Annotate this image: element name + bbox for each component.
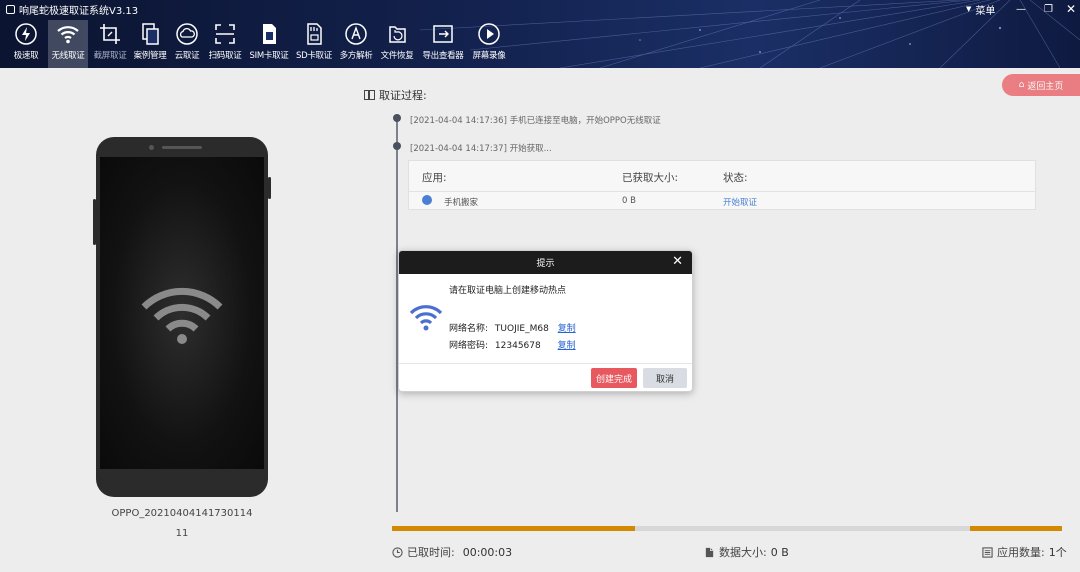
- home-icon: ⌂: [1018, 80, 1025, 90]
- tool-file-restore[interactable]: 文件恢复: [378, 20, 416, 68]
- tool-sd-extract[interactable]: SD卡取证: [294, 20, 334, 68]
- app-title-text: 响尾蛇极速取证系统V3.13: [19, 5, 139, 17]
- sd-card-icon: [307, 23, 322, 45]
- table-cell-status[interactable]: 开始取证: [723, 196, 757, 208]
- phone-side-button-right: [268, 177, 271, 199]
- tool-sim-extract[interactable]: SIM卡取证: [248, 20, 290, 68]
- confirm-button[interactable]: 创建完成: [591, 368, 637, 388]
- password-label: 网络密码:: [449, 341, 489, 351]
- phone-illustration: [93, 137, 271, 497]
- menu-button[interactable]: ▼ 菜单: [966, 1, 995, 17]
- document-copy-icon: [142, 23, 159, 45]
- copy-password-link[interactable]: 复制: [558, 341, 576, 351]
- app-logo-icon: [6, 4, 15, 14]
- device-sub-label: 11: [175, 528, 189, 539]
- phone-camera: [149, 145, 154, 150]
- password-row: 网络密码: 12345678 复制: [449, 338, 576, 351]
- dialog-header: 提示 ✕: [399, 251, 692, 274]
- progress-fill-left: [392, 526, 635, 531]
- device-name: OPPO_20210404141730114: [111, 508, 253, 519]
- table-cell-size: 0 B: [622, 196, 636, 206]
- close-icon[interactable]: ✕: [1066, 1, 1076, 17]
- elapsed-label: 已取时间:: [407, 546, 455, 559]
- wifi-icon: [57, 26, 79, 44]
- data-size-label: 数据大小:: [719, 546, 767, 559]
- file-icon: [705, 547, 714, 557]
- export-icon: [433, 25, 453, 43]
- sim-card-icon: [263, 24, 276, 44]
- timeline-dot: [393, 142, 401, 150]
- tool-wireless-extract[interactable]: 无线取证: [48, 20, 88, 68]
- network-name-row: 网络名称: TUOJIE_M68 复制: [449, 321, 576, 334]
- tool-multi-parse[interactable]: 多方解析: [338, 20, 374, 68]
- app-cloud-icon: [422, 195, 432, 205]
- menu-caret-icon: ▼: [966, 5, 972, 13]
- main-toolbar: 极速取 无线取证 截屏取证 案例管理 云取证 扫码取证 SIM卡取证 SD卡取证…: [8, 20, 512, 68]
- dialog-message: 请在取证电脑上创建移动热点: [449, 286, 567, 296]
- window-title: 响尾蛇极速取证系统V3.13: [6, 1, 138, 17]
- process-title-text: 取证过程:: [379, 89, 427, 102]
- phone-side-button-left: [93, 199, 96, 245]
- timeline-dot: [393, 114, 401, 122]
- tool-scan-extract[interactable]: 扫码取证: [206, 20, 244, 68]
- close-icon[interactable]: ✕: [672, 254, 683, 269]
- scan-icon: [215, 24, 235, 44]
- dialog-divider: [399, 363, 692, 364]
- dialog-title: 提示: [536, 259, 555, 269]
- tool-screenshot-extract[interactable]: 截屏取证: [92, 20, 128, 68]
- wifi-icon: [409, 305, 443, 331]
- process-title: 取证过程:: [364, 87, 427, 103]
- maximize-icon[interactable]: ❐: [1044, 1, 1053, 17]
- elapsed-time: 已取时间: 00:00:03: [392, 544, 512, 560]
- data-size-value: 0 B: [770, 545, 789, 559]
- progress-track: [635, 526, 970, 531]
- file-restore-icon: [389, 26, 406, 43]
- log-entry: [2021-04-04 14:17:36] 手机已连接至电脑，开始OPPO无线取…: [410, 116, 661, 126]
- back-home-button[interactable]: ⌂ 返回主页: [1002, 74, 1080, 96]
- network-name-label: 网络名称:: [449, 324, 489, 334]
- app-header: 响尾蛇极速取证系统V3.13 ▼ 菜单 — ❐ ✕ 极速取 无线取证 截屏取证 …: [0, 0, 1080, 68]
- compass-icon: [345, 23, 367, 45]
- app-count: 应用数量: 1个: [982, 544, 1067, 560]
- column-header-status: 状态:: [723, 172, 748, 184]
- clock-icon: [392, 546, 403, 558]
- copy-network-name-link[interactable]: 复制: [558, 324, 576, 334]
- book-icon: [364, 90, 375, 100]
- crop-icon: [100, 24, 120, 44]
- data-size: 数据大小: 0 B: [704, 544, 789, 560]
- phone-speaker: [162, 146, 202, 149]
- network-name-value: TUOJIE_M68: [494, 324, 549, 334]
- tool-cloud-extract[interactable]: 云取证: [172, 20, 202, 68]
- back-home-label: 返回主页: [1027, 81, 1064, 92]
- list-icon: [982, 546, 993, 558]
- menu-label: 菜单: [975, 5, 996, 17]
- tool-export-viewer[interactable]: 导出查看器: [420, 20, 466, 68]
- column-header-app: 应用:: [422, 172, 447, 184]
- app-count-label: 应用数量:: [997, 546, 1045, 559]
- log-entry: [2021-04-04 14:17:37] 开始获取...: [410, 144, 552, 154]
- progress-fill-right: [970, 526, 1062, 531]
- lightning-icon: [15, 23, 37, 45]
- elapsed-value: 00:00:03: [462, 545, 513, 559]
- table-divider: [409, 191, 1035, 192]
- wifi-icon: [141, 287, 223, 344]
- play-icon: [478, 23, 500, 45]
- app-table: 应用: 已获取大小: 状态: 手机搬家 0 B 开始取证: [408, 160, 1036, 210]
- tool-fast-extract[interactable]: 极速取: [8, 20, 44, 68]
- column-header-size: 已获取大小:: [622, 172, 679, 184]
- phone-screen: [100, 157, 264, 469]
- cloud-icon: [176, 23, 198, 45]
- tool-screen-record[interactable]: 屏幕录像: [470, 20, 508, 68]
- tool-case-management[interactable]: 案例管理: [132, 20, 168, 68]
- password-value: 12345678: [494, 341, 541, 351]
- table-cell-app: 手机搬家: [444, 198, 479, 208]
- cancel-button[interactable]: 取消: [643, 368, 687, 388]
- app-count-value: 1个: [1048, 546, 1067, 559]
- hotspot-dialog: 提示 ✕ 请在取证电脑上创建移动热点 网络名称: TUOJIE_M68 复制 网…: [398, 250, 693, 392]
- minimize-icon[interactable]: —: [1016, 1, 1026, 17]
